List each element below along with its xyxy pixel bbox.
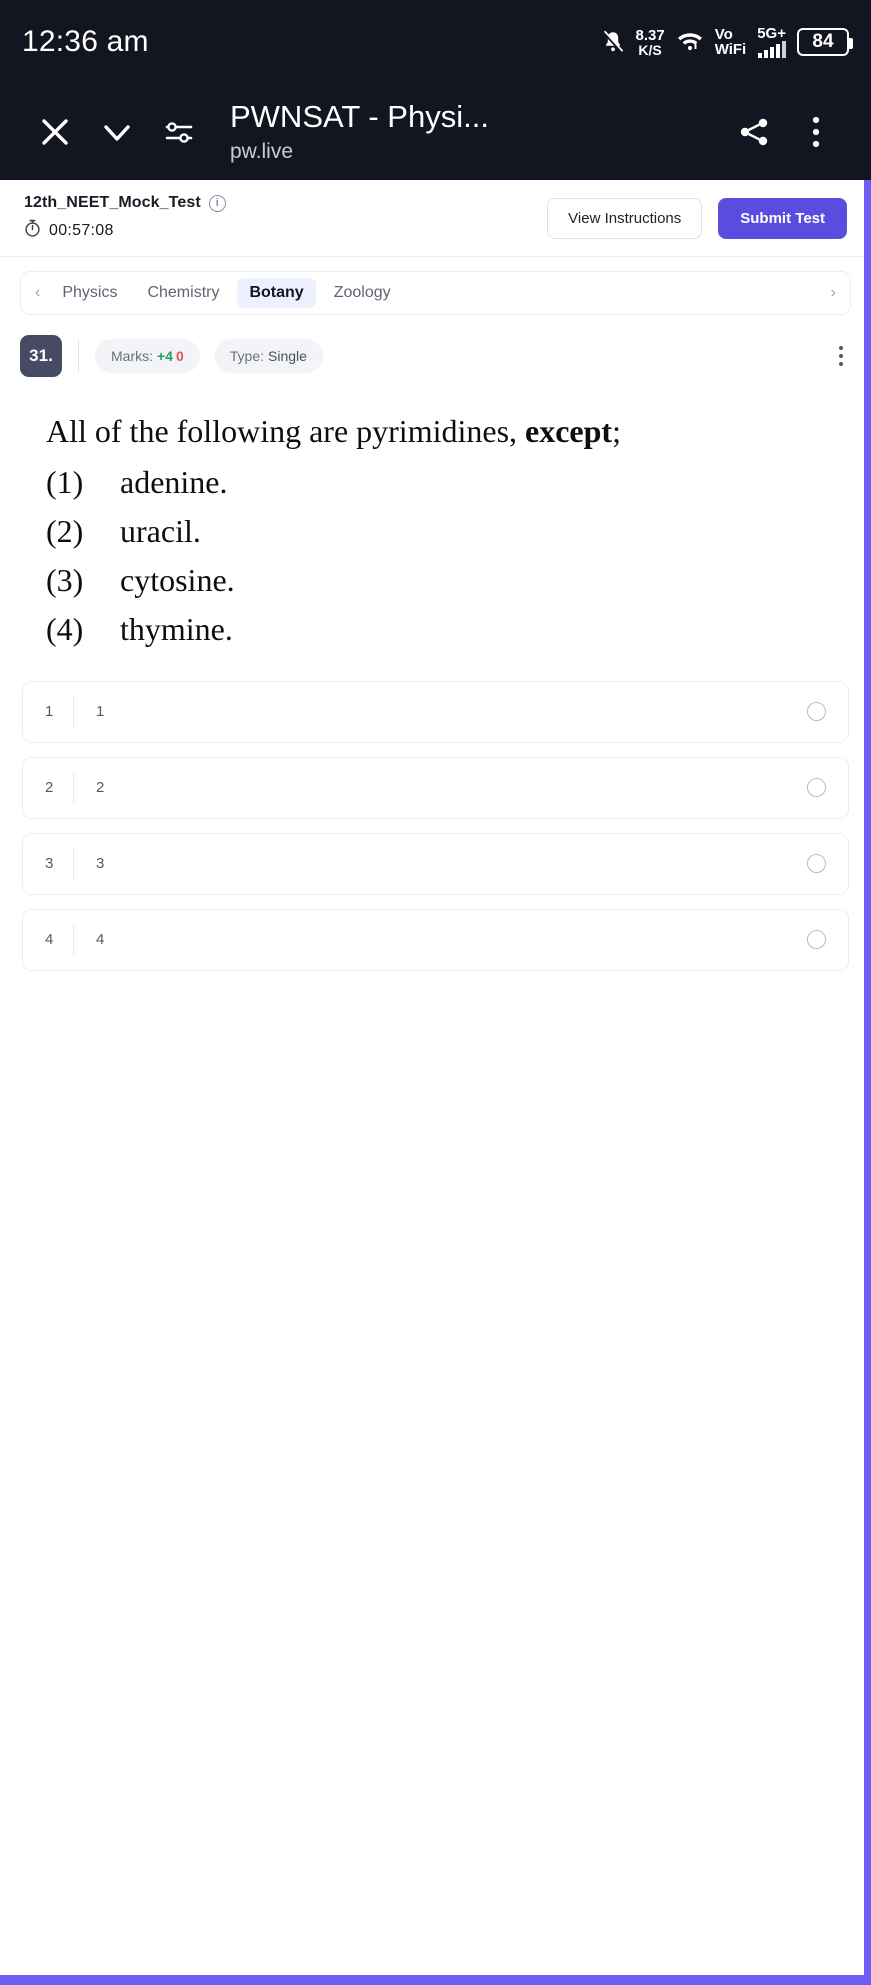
question-option-1-text: adenine. <box>120 463 228 500</box>
vowifi-line2: WiFi <box>714 41 747 58</box>
test-header-left: 12th_NEET_Mock_Test i 00:57:08 <box>24 194 226 242</box>
status-clock: 12:36 am <box>22 25 149 58</box>
view-instructions-button[interactable]: View Instructions <box>547 197 703 239</box>
question-option-2-text: uracil. <box>120 512 201 549</box>
tab-chemistry[interactable]: Chemistry <box>135 278 231 308</box>
vowifi-indicator: Vo WiFi <box>715 27 747 57</box>
battery-icon: 84 <box>797 28 853 56</box>
question-stem: All of the following are pyrimidines, ex… <box>46 411 825 452</box>
signal-bars <box>757 41 786 58</box>
android-status-bar: 12:36 am 8.37 K/S Vo WiFi 5G+ 84 <box>0 0 871 84</box>
network-type-label: 5G+ <box>757 25 786 42</box>
answer-options-list: 1 1 2 2 3 3 4 4 <box>0 655 871 971</box>
test-header-actions: View Instructions Submit Test <box>547 197 847 239</box>
answer-option-2[interactable]: 2 2 <box>22 756 849 819</box>
page-title-block[interactable]: PWNSAT - Physi... pw.live <box>230 99 723 165</box>
subject-tabs: ‹ Physics Chemistry Botany Zoology › <box>20 271 851 315</box>
overflow-menu-icon[interactable] <box>785 114 847 150</box>
question-option-4-text: thymine. <box>120 610 233 647</box>
question-option-3-text: cytosine. <box>120 561 235 598</box>
meta-divider <box>78 339 79 373</box>
page-settings-icon[interactable] <box>148 115 210 149</box>
answer-option-3-index: 3 <box>45 855 54 873</box>
browser-toolbar: PWNSAT - Physi... pw.live <box>0 84 871 180</box>
test-header: 12th_NEET_Mock_Test i 00:57:08 View Inst… <box>0 180 871 256</box>
question-option-2: (2) uracil. <box>46 511 825 551</box>
stopwatch-icon <box>24 219 41 242</box>
answer-option-2-radio[interactable] <box>807 778 826 798</box>
horizontal-scrollbar[interactable] <box>0 1975 871 1985</box>
test-name: 12th_NEET_Mock_Test <box>24 194 201 211</box>
marks-positive: +4 <box>157 348 173 364</box>
question-number-badge: 31. <box>20 335 62 377</box>
vowifi-line1: Vo <box>714 26 733 43</box>
question-stem-bold: except <box>525 413 613 449</box>
answer-option-1-radio[interactable] <box>807 702 826 722</box>
chevron-down-icon[interactable] <box>86 113 148 151</box>
answer-option-3-divider <box>73 848 74 879</box>
submit-test-button[interactable]: Submit Test <box>718 197 847 239</box>
answer-option-2-text: 2 <box>96 779 105 797</box>
question-stem-suffix: ; <box>612 413 621 449</box>
vertical-scrollbar[interactable] <box>864 180 871 1977</box>
type-label: Type: <box>229 348 265 364</box>
wifi-icon <box>676 29 704 56</box>
answer-option-4-index: 4 <box>45 931 54 949</box>
share-icon[interactable] <box>723 114 785 150</box>
answer-option-2-divider <box>73 772 74 803</box>
page-url: pw.live <box>230 139 294 163</box>
answer-option-4-divider <box>73 924 74 955</box>
test-name-row: 12th_NEET_Mock_Test i <box>24 194 226 212</box>
answer-option-1-divider <box>73 696 74 727</box>
answer-option-4-text: 4 <box>96 931 105 949</box>
status-icons-group: 8.37 K/S Vo WiFi 5G+ 84 <box>602 26 853 58</box>
timer-value: 00:57:08 <box>49 221 114 239</box>
close-icon[interactable] <box>24 113 86 151</box>
tab-botany[interactable]: Botany <box>237 278 316 308</box>
type-value: Single <box>268 348 307 364</box>
question-body: All of the following are pyrimidines, ex… <box>0 377 871 655</box>
tab-physics[interactable]: Physics <box>50 278 129 308</box>
battery-level: 84 <box>812 31 834 52</box>
tab-zoology[interactable]: Zoology <box>322 278 403 308</box>
answer-option-1-index: 1 <box>45 703 54 721</box>
question-stem-prefix: All of the following are pyrimidines, <box>46 413 526 449</box>
answer-option-3[interactable]: 3 3 <box>22 832 849 895</box>
question-options-icon[interactable] <box>831 340 851 372</box>
tabs-next-arrow[interactable]: › <box>827 284 840 302</box>
type-pill: Type: Single <box>213 339 323 373</box>
marks-label: Marks: <box>111 348 153 364</box>
timer-row: 00:57:08 <box>24 219 226 242</box>
answer-option-4[interactable]: 4 4 <box>22 908 849 971</box>
answer-option-1-text: 1 <box>96 703 105 721</box>
question-option-4-num: (4) <box>46 610 84 647</box>
bell-muted-icon <box>602 30 624 54</box>
question-option-4: (4) thymine. <box>46 609 825 649</box>
question-option-1: (1) adenine. <box>46 462 825 502</box>
answer-option-4-radio[interactable] <box>807 930 826 950</box>
question-meta-row: 31. Marks: +4 0 Type: Single <box>0 325 871 377</box>
answer-option-2-index: 2 <box>45 779 54 797</box>
web-content: 12th_NEET_Mock_Test i 00:57:08 View Inst… <box>0 180 871 1985</box>
info-icon[interactable]: i <box>208 194 226 212</box>
network-speed-unit: K/S <box>638 41 662 58</box>
marks-pill: Marks: +4 0 <box>95 339 200 373</box>
answer-option-3-text: 3 <box>96 855 105 873</box>
marks-negative: 0 <box>175 348 184 364</box>
answer-option-3-radio[interactable] <box>807 854 826 874</box>
network-speed-indicator: 8.37 K/S <box>635 28 664 57</box>
subject-tabs-wrap: ‹ Physics Chemistry Botany Zoology › <box>0 257 871 325</box>
question-option-3-num: (3) <box>46 561 84 598</box>
signal-bars-icon: 5G+ <box>757 26 786 58</box>
question-option-1-num: (1) <box>46 463 84 500</box>
page-title: PWNSAT - Physi... <box>230 99 489 135</box>
screen-root: 12:36 am 8.37 K/S Vo WiFi 5G+ 84 PWNSAT … <box>0 0 871 1985</box>
question-option-3: (3) cytosine. <box>46 560 825 600</box>
answer-option-1[interactable]: 1 1 <box>22 680 849 743</box>
network-speed-value: 8.37 <box>635 26 665 44</box>
question-option-2-num: (2) <box>46 512 84 549</box>
tabs-prev-arrow[interactable]: ‹ <box>31 284 44 302</box>
